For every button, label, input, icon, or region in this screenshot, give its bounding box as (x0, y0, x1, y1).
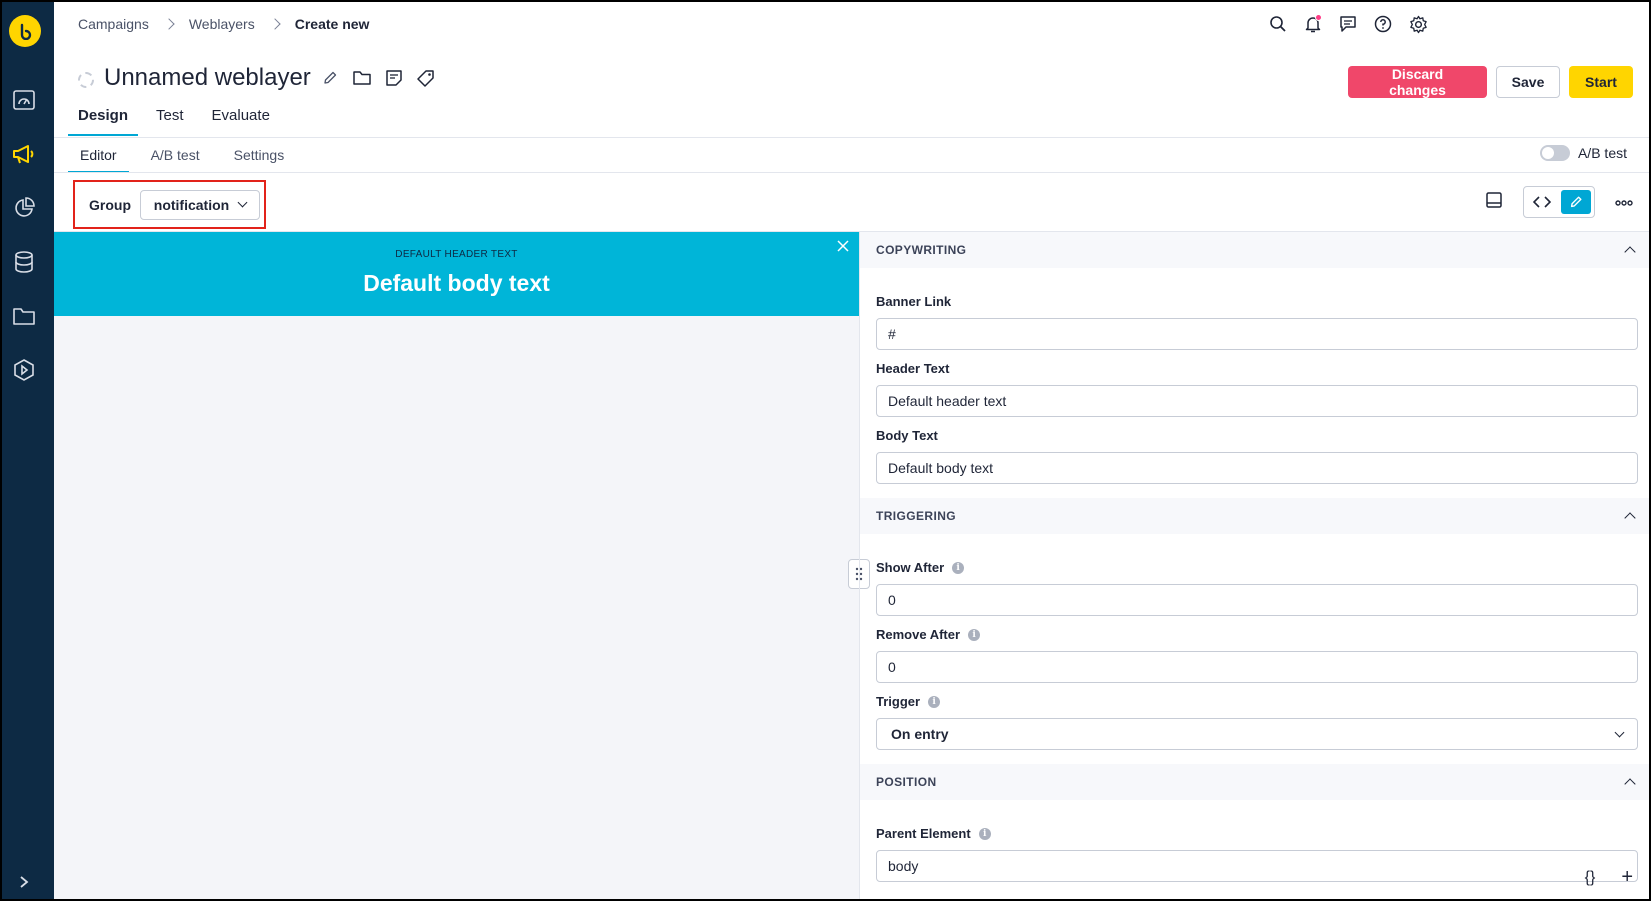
campaigns-icon[interactable] (10, 140, 38, 168)
ab-test-toggle-group: A/B test (1539, 145, 1627, 161)
top-toolbar (1267, 13, 1429, 35)
banner-link-input[interactable]: # (876, 318, 1638, 350)
editor-tools (1485, 186, 1633, 218)
subtab-ab-test[interactable]: A/B test (139, 140, 212, 173)
main-tabs: Design Test Evaluate (68, 102, 280, 136)
page-title: Unnamed weblayer (104, 64, 311, 91)
banner-body-text: Default body text (363, 270, 550, 296)
tab-design[interactable]: Design (68, 102, 139, 136)
banner-preview[interactable]: DEFAULT HEADER TEXT Default body text (54, 232, 859, 316)
section-triggering-title: TRIGGERING (876, 509, 957, 523)
banner-header-text: DEFAULT HEADER TEXT (395, 249, 518, 260)
settings-gear-icon[interactable] (1407, 13, 1429, 35)
tag-icon[interactable] (415, 67, 437, 89)
chevron-down-icon (1614, 727, 1625, 737)
tab-test[interactable]: Test (146, 102, 194, 136)
trigger-label: Trigger i (876, 694, 941, 709)
ab-test-toggle-label: A/B test (1577, 145, 1627, 161)
body-text-input[interactable]: Default body text (876, 452, 1638, 484)
info-icon[interactable]: i (952, 561, 965, 574)
folder-icon[interactable] (351, 67, 373, 89)
subtab-settings[interactable]: Settings (222, 140, 297, 173)
show-after-input[interactable]: 0 (876, 584, 1638, 616)
add-icon[interactable]: + (1621, 866, 1633, 889)
body-text-label: Body Text (876, 428, 938, 443)
info-icon[interactable]: i (928, 695, 941, 708)
title-row: Unnamed weblayer (78, 64, 437, 92)
breadcrumb-weblayers[interactable]: Weblayers (189, 16, 255, 32)
save-button[interactable]: Save (1496, 66, 1560, 98)
section-copywriting[interactable]: COPYWRITING (860, 232, 1649, 268)
app-frame: Campaigns Weblayers Create new Unnamed w… (0, 0, 1651, 901)
subtab-editor[interactable]: Editor (68, 140, 129, 173)
note-icon[interactable] (383, 67, 405, 89)
header-text-input[interactable]: Default header text (876, 385, 1638, 417)
close-icon[interactable] (835, 238, 851, 254)
braces-icon[interactable]: {} (1585, 869, 1596, 887)
search-icon[interactable] (1267, 13, 1289, 35)
divider (54, 137, 1649, 138)
chevron-down-icon (237, 197, 248, 208)
app-logo[interactable] (9, 15, 41, 47)
sub-tabs: Editor A/B test Settings (68, 140, 296, 173)
ab-test-toggle[interactable] (1539, 145, 1570, 161)
remove-after-input[interactable]: 0 (876, 651, 1638, 683)
notification-badge (1315, 14, 1322, 21)
start-button[interactable]: Start (1569, 66, 1633, 98)
header-text-label: Header Text (876, 361, 950, 376)
chevron-up-icon (1624, 246, 1636, 258)
tab-evaluate[interactable]: Evaluate (202, 102, 280, 136)
chevron-up-icon (1624, 512, 1636, 524)
parent-element-input[interactable]: body (876, 850, 1638, 882)
section-position-title: POSITION (876, 775, 937, 789)
info-icon[interactable]: i (968, 628, 981, 641)
divider (54, 172, 1649, 173)
breadcrumb: Campaigns Weblayers Create new (78, 16, 369, 32)
editor-mode-toggle (1523, 186, 1595, 218)
breadcrumb-current: Create new (294, 16, 370, 32)
remove-after-label: Remove After i (876, 627, 981, 642)
analytics-icon[interactable] (10, 194, 38, 222)
edit-pencil-icon[interactable] (319, 67, 341, 89)
discard-changes-button[interactable]: Discard changes (1348, 66, 1487, 98)
group-dropdown-value: notification (153, 196, 230, 213)
dashboard-icon[interactable] (10, 86, 38, 114)
data-icon[interactable] (10, 248, 38, 276)
show-after-label: Show After i (876, 560, 965, 575)
visual-edit-icon[interactable] (1560, 190, 1591, 214)
breadcrumb-campaigns[interactable]: Campaigns (78, 16, 149, 32)
weblayer-preview: DEFAULT HEADER TEXT Default body text (54, 232, 859, 899)
chevron-up-icon (1624, 778, 1636, 790)
banner-link-label: Banner Link (876, 294, 952, 309)
logo-icon (20, 23, 32, 40)
properties-panel: COPYWRITING Banner Link # Header Text De… (859, 232, 1649, 899)
section-position[interactable]: POSITION (860, 764, 1649, 800)
status-icon (78, 72, 94, 88)
trigger-select-value: On entry (891, 726, 949, 742)
notifications-icon[interactable] (1302, 13, 1324, 35)
scenarios-icon[interactable] (10, 356, 38, 384)
group-dropdown[interactable]: notification (140, 189, 260, 220)
group-selector-highlight: Group notification (73, 180, 266, 229)
group-label: Group (89, 196, 131, 213)
chevron-right-icon (163, 18, 175, 30)
sidebar (2, 2, 54, 899)
section-triggering[interactable]: TRIGGERING (860, 498, 1649, 534)
header-actions: Discard changes Save Start (1348, 66, 1633, 98)
code-view-icon[interactable] (1527, 190, 1558, 214)
comments-icon[interactable] (1337, 13, 1359, 35)
folder-icon[interactable] (10, 302, 38, 330)
section-copywriting-title: COPYWRITING (876, 243, 967, 257)
bottom-tools: {} + (1585, 866, 1633, 889)
help-icon[interactable] (1372, 13, 1394, 35)
expand-sidebar-icon[interactable] (10, 868, 38, 896)
parent-element-label: Parent Element i (876, 826, 991, 841)
info-icon[interactable]: i (978, 827, 991, 840)
more-options-icon[interactable] (1615, 193, 1633, 211)
chevron-right-icon (269, 18, 281, 30)
layout-panel-icon[interactable] (1485, 191, 1503, 214)
trigger-select[interactable]: On entry (876, 718, 1638, 750)
